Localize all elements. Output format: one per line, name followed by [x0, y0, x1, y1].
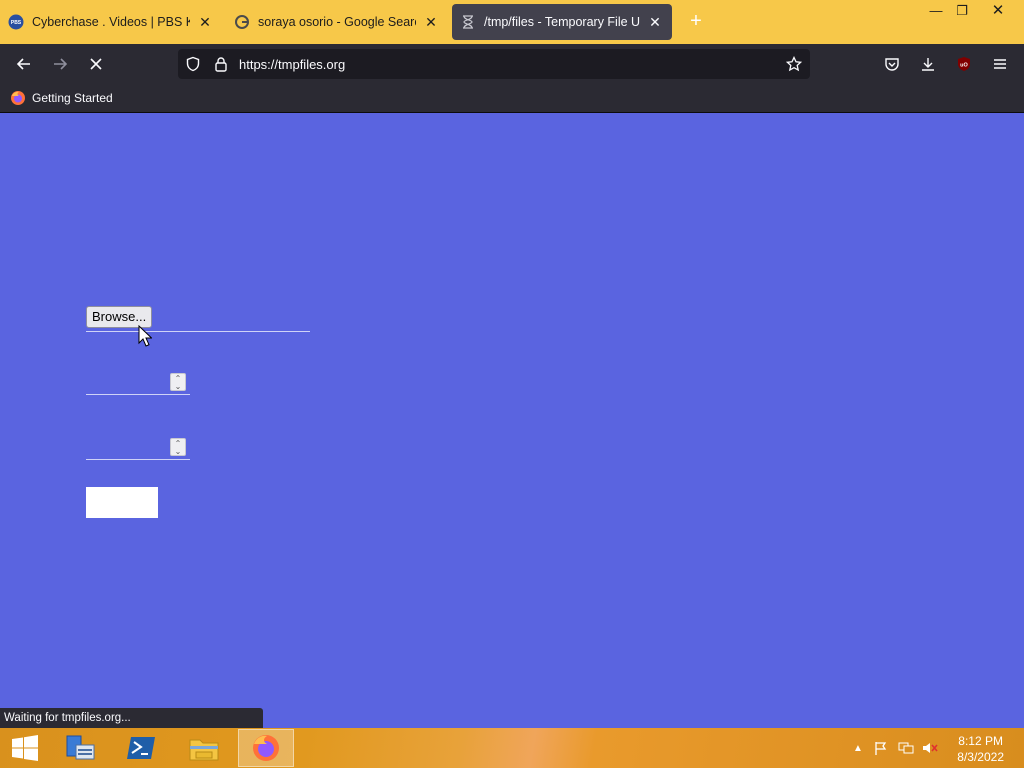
firefox-icon: [11, 91, 25, 105]
start-button[interactable]: [0, 729, 50, 767]
taskbar-firefox[interactable]: [238, 729, 294, 767]
tab-google-search[interactable]: soraya osorio - Google Search ✕: [226, 4, 448, 40]
pbs-kids-icon: PBS: [8, 14, 24, 30]
ublock-origin-icon: uO: [958, 57, 970, 71]
file-explorer-icon: [189, 739, 219, 761]
spinner-arrows-icon[interactable]: ⌃ ⌄: [170, 373, 186, 391]
bookmark-label: Getting Started: [32, 91, 113, 105]
tab-title: Cyberchase . Videos | PBS KIDS: [32, 15, 190, 29]
bookmark-star-icon[interactable]: [785, 55, 803, 73]
pocket-icon: [885, 58, 899, 71]
clock-date: 8/3/2022: [957, 750, 1004, 764]
tab-tmpfiles[interactable]: /tmp/files - Temporary File Upload ✕: [452, 4, 672, 40]
address-bar[interactable]: https://tmpfiles.org: [178, 49, 810, 79]
status-panel: Waiting for tmpfiles.org...: [0, 708, 263, 728]
action-center-flag-icon[interactable]: [873, 740, 889, 756]
clock-time: 8:12 PM: [958, 734, 1003, 748]
pocket-button[interactable]: [878, 50, 906, 78]
lock-icon[interactable]: [212, 55, 230, 73]
stop-loading-button[interactable]: [82, 50, 110, 78]
hourglass-icon: [460, 14, 476, 30]
restore-window-icon[interactable]: ❐: [944, 0, 980, 22]
show-hidden-icons-icon[interactable]: ▲: [850, 740, 866, 756]
number-input-1[interactable]: ⌃ ⌄: [86, 373, 190, 395]
submit-button[interactable]: [86, 487, 158, 518]
hamburger-menu-icon: [994, 59, 1006, 69]
firefox-icon: [253, 735, 279, 761]
bookmarks-toolbar: Getting Started: [0, 84, 1024, 113]
app-menu-button[interactable]: [986, 50, 1014, 78]
network-icon[interactable]: [898, 740, 914, 756]
download-icon: [922, 58, 934, 71]
svg-text:uO: uO: [960, 63, 968, 69]
taskbar-powershell[interactable]: [114, 729, 170, 767]
close-window-icon[interactable]: ✕: [980, 0, 1016, 22]
page-content: Browse... ⌃ ⌄ ⌃ ⌄: [0, 113, 1024, 728]
volume-muted-icon[interactable]: [922, 740, 938, 756]
bookmark-getting-started[interactable]: Getting Started: [10, 90, 113, 106]
downloads-button[interactable]: [914, 50, 942, 78]
stop-x-icon: [90, 58, 102, 70]
tab-title: /tmp/files - Temporary File Upload: [484, 15, 640, 29]
close-tab-icon[interactable]: ✕: [422, 14, 440, 31]
system-clock[interactable]: 8:12 PM 8/3/2022: [957, 733, 1004, 765]
ublock-origin-button[interactable]: uO: [950, 50, 978, 78]
powershell-icon: [127, 737, 155, 759]
close-tab-icon[interactable]: ✕: [646, 14, 664, 31]
back-arrow-icon: [16, 58, 30, 70]
google-icon: [234, 14, 250, 30]
mouse-pointer-icon: [138, 325, 152, 347]
file-upload-field[interactable]: Browse...: [86, 306, 310, 332]
back-button[interactable]: [10, 50, 38, 78]
spinner-arrows-icon[interactable]: ⌃ ⌄: [170, 438, 186, 456]
close-tab-icon[interactable]: ✕: [196, 14, 214, 31]
forward-button[interactable]: [46, 50, 74, 78]
number-input-2[interactable]: ⌃ ⌄: [86, 438, 190, 460]
url-text[interactable]: https://tmpfiles.org: [239, 57, 345, 72]
start-icon: [12, 735, 38, 761]
tab-pbs-kids[interactable]: PBS Cyberchase . Videos | PBS KIDS ✕: [0, 4, 222, 40]
tab-strip: PBS Cyberchase . Videos | PBS KIDS ✕ sor…: [0, 0, 1024, 44]
svg-text:PBS: PBS: [11, 20, 22, 26]
tracking-shield-icon[interactable]: [184, 55, 202, 73]
taskbar-file-explorer[interactable]: [176, 729, 232, 767]
new-tab-button[interactable]: +: [684, 10, 708, 34]
tab-title: soraya osorio - Google Search: [258, 15, 416, 29]
navigation-toolbar: https://tmpfiles.org uO: [0, 44, 1024, 84]
taskbar-server-manager[interactable]: [52, 729, 108, 767]
windows-taskbar: ▲ 8:12 PM 8/3/2022: [0, 728, 1024, 768]
server-manager-icon: [66, 735, 95, 760]
forward-arrow-icon: [54, 58, 68, 70]
